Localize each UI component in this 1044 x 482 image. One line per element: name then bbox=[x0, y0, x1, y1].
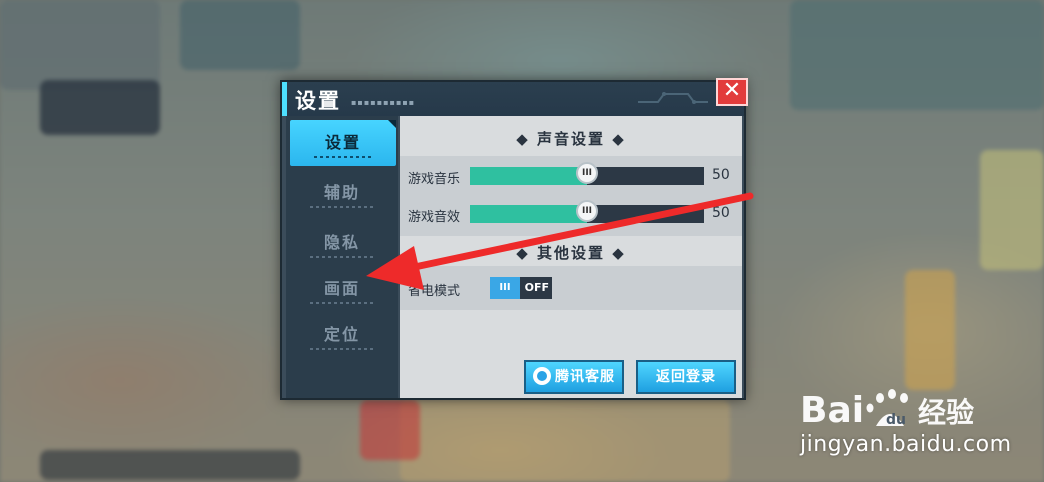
other-section-title: ◆ 其他设置 ◆ bbox=[516, 244, 626, 262]
music-volume-value: 50 bbox=[712, 167, 730, 183]
dialog-title: 设置 bbox=[295, 89, 341, 113]
tab-label: 画面 bbox=[323, 279, 360, 298]
close-button[interactable]: ✕ bbox=[716, 78, 748, 106]
music-volume-slider[interactable]: III bbox=[470, 162, 704, 185]
svg-text:Bai: Bai bbox=[800, 390, 864, 431]
power-save-toggle[interactable]: III OFF bbox=[490, 277, 552, 299]
svg-text:du: du bbox=[886, 412, 906, 428]
slider-fill bbox=[470, 167, 587, 185]
slider-thumb[interactable]: III bbox=[576, 162, 598, 184]
other-section: 省电模式 III OFF bbox=[400, 266, 742, 310]
slider-fill bbox=[470, 205, 587, 223]
tab-label: 定位 bbox=[323, 325, 360, 344]
svg-text:经验: 经验 bbox=[918, 396, 974, 429]
power-save-label: 省电模式 bbox=[408, 284, 461, 299]
dialog-titlebar: 设置 ▪▪▪▪▪▪▪▪▪▪ bbox=[282, 82, 744, 116]
back-to-login-button[interactable]: 返回登录 bbox=[636, 360, 736, 394]
tab-privacy[interactable]: 隐私 bbox=[286, 220, 398, 266]
baidu-jingyan-logo: Bai du 经验 bbox=[800, 389, 974, 431]
toggle-state: OFF bbox=[524, 281, 549, 294]
sound-section-title: ◆ 声音设置 ◆ bbox=[516, 130, 626, 148]
sfx-label: 游戏音效 bbox=[408, 210, 461, 225]
slider-thumb[interactable]: III bbox=[576, 200, 598, 222]
settings-sidebar: 设置 辅助 隐私 画面 定位 bbox=[286, 116, 398, 398]
tab-settings[interactable]: 设置 bbox=[290, 120, 396, 166]
tab-location[interactable]: 定位 bbox=[286, 312, 398, 358]
tab-label: 设置 bbox=[324, 133, 361, 152]
sfx-volume-slider[interactable]: III bbox=[470, 200, 704, 223]
sfx-volume-value: 50 bbox=[712, 205, 730, 221]
support-button-label: 腾讯客服 bbox=[555, 369, 615, 385]
watermark-url: jingyan.baidu.com bbox=[800, 432, 1012, 457]
toggle-knob: III bbox=[490, 277, 520, 299]
chat-bubble-icon bbox=[533, 366, 551, 385]
tab-label: 隐私 bbox=[323, 233, 360, 252]
settings-dialog: 设置 ▪▪▪▪▪▪▪▪▪▪ ✕ 设置 辅助 隐私 画面 定位 ◆ 声音设置 ◆ … bbox=[280, 78, 748, 400]
tab-assist[interactable]: 辅助 bbox=[286, 170, 398, 216]
tab-label: 辅助 bbox=[323, 183, 360, 202]
support-button[interactable]: 腾讯客服 bbox=[524, 360, 624, 394]
settings-content: ◆ 声音设置 ◆ 游戏音乐 III 50 游戏音效 III 50 ◆ 其他设置 … bbox=[400, 116, 742, 398]
tab-graphics[interactable]: 画面 bbox=[286, 266, 398, 312]
circuit-decoration-icon bbox=[638, 92, 708, 104]
back-button-label: 返回登录 bbox=[656, 369, 716, 385]
title-decoration: ▪▪▪▪▪▪▪▪▪▪ bbox=[351, 98, 416, 107]
music-label: 游戏音乐 bbox=[408, 172, 461, 187]
sound-section: 游戏音乐 III 50 游戏音效 III 50 bbox=[400, 156, 742, 236]
